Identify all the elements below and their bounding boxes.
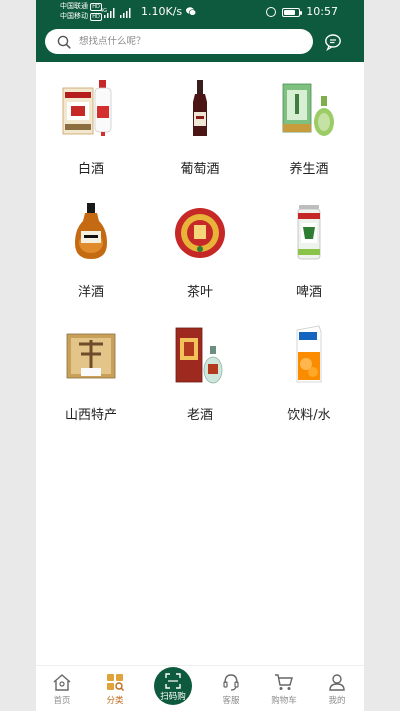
search-input[interactable] <box>79 36 279 47</box>
app-screen: 中国联通 HD 中国移动 HD 4G 1.10K/s 10:57 想找点什么呢？… <box>36 0 364 711</box>
status-bar: 中国联通 HD 中国移动 HD 4G 1.10K/s 10:57 <box>36 0 364 24</box>
category-item-aged-liquor[interactable]: 老酒 <box>146 316 254 426</box>
tab-label: 分类 <box>106 696 124 706</box>
category-label: 山西特产 <box>64 408 117 423</box>
local-specialty-icon <box>66 333 116 379</box>
carrier-info: 中国联通 HD 中国移动 HD <box>60 2 102 22</box>
net-type: 4G <box>100 8 107 14</box>
user-icon <box>329 674 345 691</box>
scan-icon <box>165 673 181 689</box>
headset-icon <box>223 674 239 691</box>
tab-cart[interactable]: 购物车 <box>258 672 310 711</box>
signal-icon: 4G <box>100 8 131 18</box>
juice-carton-icon <box>296 325 322 383</box>
tab-home[interactable]: 首页 <box>36 672 88 711</box>
baijiu-bottle-icon <box>62 80 112 136</box>
carrier-1: 中国联通 <box>60 2 88 10</box>
tab-label: 首页 <box>53 696 71 706</box>
wechat-icon <box>186 7 196 16</box>
category-label: 葡萄酒 <box>180 162 220 177</box>
status-right: 10:57 <box>266 5 338 19</box>
tab-mine[interactable]: 我的 <box>311 672 363 711</box>
health-wine-icon <box>282 83 334 136</box>
cart-icon <box>275 674 293 690</box>
cognac-bottle-icon <box>75 203 107 259</box>
category-icon <box>107 674 124 691</box>
tab-label: 购物车 <box>271 696 297 706</box>
carrier-2: 中国移动 <box>60 12 88 20</box>
home-icon <box>53 674 71 691</box>
tab-category[interactable]: 分类 <box>89 672 141 711</box>
category-item-tea[interactable]: 茶叶 <box>146 193 254 303</box>
clock: 10:57 <box>306 5 338 18</box>
tea-cake-icon <box>175 208 225 258</box>
category-label: 白酒 <box>77 162 104 177</box>
category-item-beer[interactable]: 啤酒 <box>255 193 363 303</box>
network-speed: 1.10K/s <box>141 5 183 18</box>
category-item-drinks-water[interactable]: 饮料/水 <box>255 316 363 426</box>
search-bar[interactable] <box>45 29 313 54</box>
aged-liquor-icon <box>175 327 223 384</box>
category-item-health-wine[interactable]: 养生酒 <box>255 70 363 180</box>
wine-bottle-icon <box>193 80 207 136</box>
category-label: 老酒 <box>186 408 213 423</box>
tab-label: 我的 <box>328 696 346 706</box>
alarm-icon <box>266 7 277 17</box>
message-icon[interactable] <box>322 32 344 52</box>
tab-label: 客服 <box>222 696 240 706</box>
category-label: 啤酒 <box>295 285 322 300</box>
category-label: 养生酒 <box>289 162 329 177</box>
category-label: 茶叶 <box>186 285 213 300</box>
category-item-foreign-liquor[interactable]: 洋酒 <box>37 193 145 303</box>
beer-can-icon <box>297 205 321 260</box>
tab-scan[interactable]: 扫码购 <box>154 667 192 705</box>
category-label: 洋酒 <box>77 285 104 300</box>
search-icon <box>57 35 71 49</box>
tab-label: 扫码购 <box>160 692 186 702</box>
category-item-wine[interactable]: 葡萄酒 <box>146 70 254 180</box>
category-item-baijiu[interactable]: 白酒 <box>37 70 145 180</box>
bottom-tab-bar: 首页 分类 扫码购 客服 购物车 我的 <box>36 665 364 711</box>
header: 中国联通 HD 中国移动 HD 4G 1.10K/s 10:57 <box>36 0 364 62</box>
battery-icon <box>282 7 303 17</box>
category-item-shanxi-specialty[interactable]: 山西特产 <box>37 316 145 426</box>
tab-customer-service[interactable]: 客服 <box>205 672 257 711</box>
category-label: 饮料/水 <box>287 408 331 423</box>
